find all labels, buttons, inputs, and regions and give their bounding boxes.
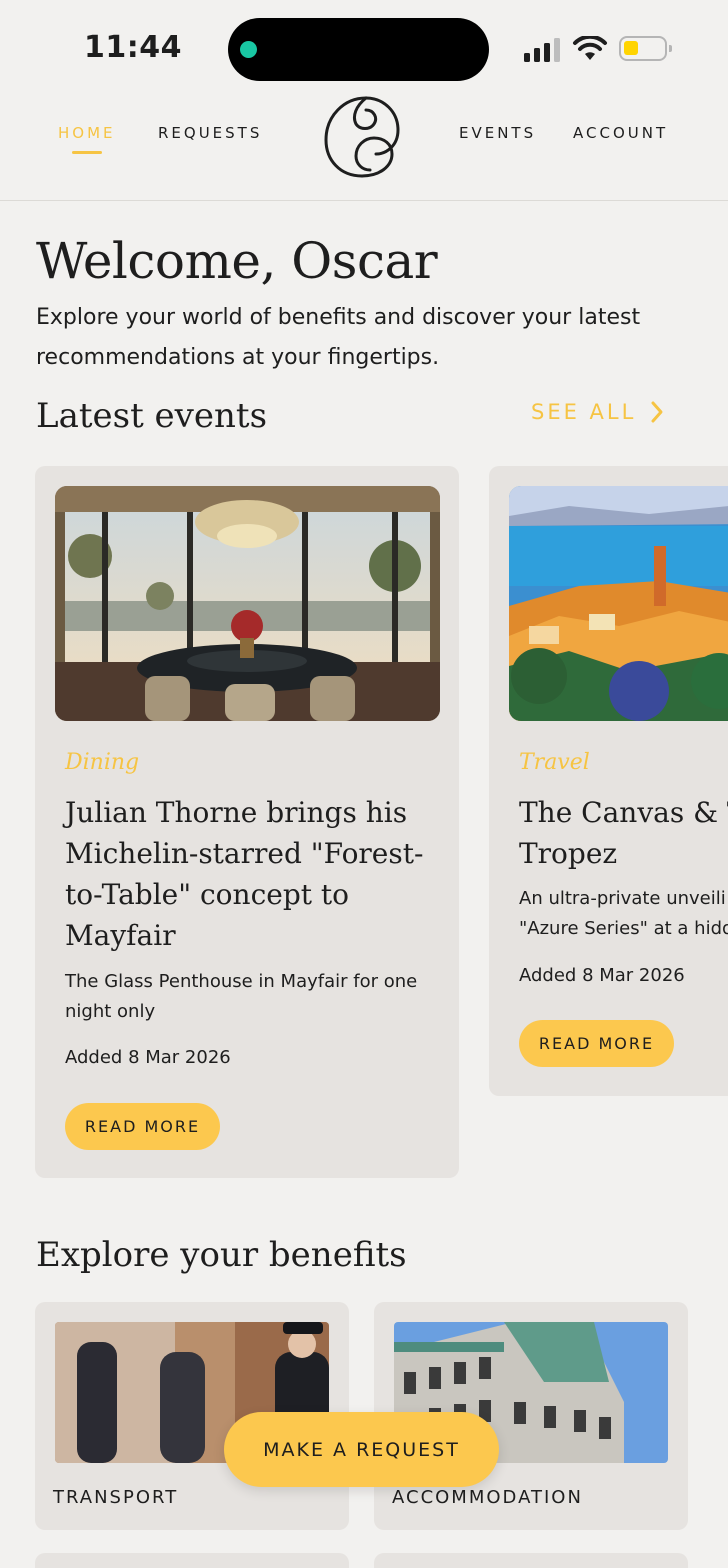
benefit-card-partial xyxy=(35,1553,349,1568)
page-title: Welcome, Oscar xyxy=(36,232,438,290)
nav-home[interactable]: HOME xyxy=(58,124,116,154)
benefit-card-partial xyxy=(374,1553,688,1568)
nav-events[interactable]: EVENTS xyxy=(459,124,536,142)
event-category: Travel xyxy=(519,750,590,775)
intro-text: Explore your world of benefits and disco… xyxy=(36,305,641,370)
spiral-logo-icon[interactable] xyxy=(320,92,404,184)
battery-icon xyxy=(619,36,672,61)
event-date: Added 8 Mar 2026 xyxy=(519,965,685,986)
top-navigation: HOME REQUESTS EVENTS ACCOUNT xyxy=(0,96,728,201)
chevron-right-icon xyxy=(651,401,663,423)
event-category: Dining xyxy=(65,750,140,775)
event-title: Julian Thorne brings his Michelin-starre… xyxy=(65,796,424,952)
make-request-button[interactable]: MAKE A REQUEST xyxy=(224,1412,499,1487)
read-more-button[interactable]: READ MORE xyxy=(65,1103,220,1150)
event-image-saint-tropez xyxy=(509,486,728,721)
see-all-label: SEE ALL xyxy=(531,400,637,424)
benefit-label: TRANSPORT xyxy=(53,1487,179,1508)
nav-requests[interactable]: REQUESTS xyxy=(158,124,262,142)
latest-events-title: Latest events xyxy=(36,396,268,436)
read-more-button[interactable]: READ MORE xyxy=(519,1020,674,1067)
active-tab-indicator xyxy=(72,151,102,154)
event-card[interactable]: Travel The Canvas & T Tropez An ultra-pr… xyxy=(489,466,728,1096)
event-title: The Canvas & T Tropez xyxy=(519,796,728,870)
nav-account[interactable]: ACCOUNT xyxy=(573,124,668,142)
benefit-label: ACCOMMODATION xyxy=(392,1487,583,1508)
event-description: An ultra-private unveili "Azure Series" … xyxy=(519,888,728,939)
dynamic-island xyxy=(228,18,489,81)
status-bar: 11:44 xyxy=(0,0,728,96)
nav-home-label: HOME xyxy=(58,124,116,142)
see-all-link[interactable]: SEE ALL xyxy=(531,400,664,424)
event-card[interactable]: Dining Julian Thorne brings his Michelin… xyxy=(35,466,459,1178)
event-description: The Glass Penthouse in Mayfair for one n… xyxy=(65,971,418,1022)
signal-icon xyxy=(524,38,560,62)
camera-indicator-icon xyxy=(240,41,257,58)
benefits-title: Explore your benefits xyxy=(36,1235,407,1275)
wifi-icon xyxy=(573,36,607,60)
event-date: Added 8 Mar 2026 xyxy=(65,1047,231,1068)
status-time: 11:44 xyxy=(84,30,182,65)
event-image-penthouse xyxy=(55,486,440,721)
